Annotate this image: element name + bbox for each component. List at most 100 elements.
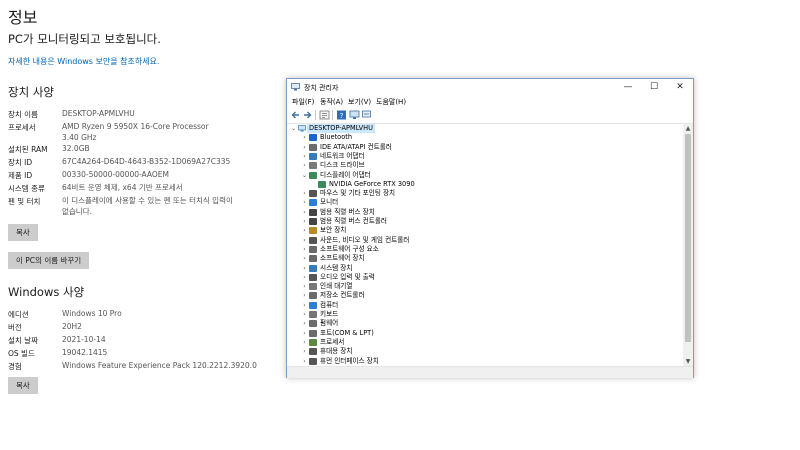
expand-chevron-icon[interactable]: › [301,301,308,310]
spec-value: 64비트 운영 체제, x64 기반 프로세서 [62,183,183,192]
collapse-chevron-icon[interactable]: ⌄ [290,124,297,133]
expand-chevron-icon[interactable]: › [301,133,308,142]
spec-value: AMD Ryzen 9 5950X 16-Core Processor [62,122,209,131]
expand-chevron-icon[interactable]: › [301,347,308,356]
expand-chevron-icon[interactable]: › [301,282,308,291]
minimize-button[interactable]: — [615,79,641,96]
scan-hardware-icon[interactable] [361,110,372,120]
keyboard-icon [309,311,317,318]
horizontal-scrollbar[interactable] [287,366,693,378]
expand-chevron-icon[interactable]: › [301,208,308,217]
monitor-icon [309,199,317,207]
back-icon[interactable] [290,110,301,120]
portable-device-icon [309,348,317,356]
expand-chevron-icon[interactable]: › [301,264,308,273]
expand-chevron-icon[interactable]: › [301,217,308,226]
forward-icon[interactable] [302,110,313,120]
scroll-up-arrow-icon[interactable]: ▲ [683,124,693,133]
maximize-button[interactable]: ☐ [641,79,667,96]
windows-security-link[interactable]: 자세한 내용은 Windows 보안을 참조하세요. [8,56,159,67]
expand-chevron-icon[interactable]: › [301,236,308,245]
spec-label: 프로세서 [8,123,36,132]
toolbar: ? [287,108,693,124]
menu-action[interactable]: 동작(A) [320,97,343,107]
tree-label: 디스플레이 어댑터 [320,170,371,179]
menu-view[interactable]: 보기(V) [348,97,371,107]
page-title: 정보 [8,8,38,27]
spec-label: 설치 날짜 [8,336,38,345]
device-manager-window: 장치 관리자 — ☐ ✕ 파일(F) 동작(A) 보기(V) 도움말(H) ? [286,78,694,378]
help-icon[interactable]: ? [336,110,347,120]
tree-label: 포트(COM & LPT) [320,328,374,337]
window-title: 장치 관리자 [304,84,339,92]
spec-value-group: AMD Ryzen 9 5950X 16-Core Processor 3.40… [62,122,237,143]
tree-label: Bluetooth [320,133,353,142]
expand-chevron-icon[interactable]: › [301,226,308,235]
expand-chevron-icon[interactable]: › [301,161,308,170]
spec-label: 장치 이름 [8,110,38,119]
properties-icon[interactable] [319,110,330,120]
hid-icon [309,357,317,365]
spec-label: OS 빌드 [8,349,35,358]
close-button[interactable]: ✕ [667,79,693,96]
computer-monitor-icon[interactable] [349,110,360,120]
bluetooth-icon [309,134,317,142]
expand-chevron-icon[interactable]: › [301,310,308,319]
copy-device-spec-button[interactable]: 복사 [8,224,38,241]
menu-bar: 파일(F) 동작(A) 보기(V) 도움말(H) [287,96,693,108]
device-spec-heading: 장치 사양 [8,85,54,99]
spec-value: 67C4A264-D64D-4643-B352-1D069A27C335 [62,157,231,166]
printer-icon [309,283,317,291]
menu-file[interactable]: 파일(F) [292,97,314,107]
spec-label: 제품 ID [8,171,33,180]
collapse-chevron-icon[interactable]: ⌄ [301,171,308,180]
display-adapter-icon [309,171,317,179]
spec-label: 버전 [8,323,22,332]
tree-label: 보안 장치 [320,226,347,235]
spec-value: 20H2 [62,322,82,331]
expand-chevron-icon[interactable]: › [301,198,308,207]
spec-label: 설치된 RAM [8,145,48,154]
rename-pc-button[interactable]: 이 PC의 이름 바꾸기 [8,252,90,269]
vertical-scrollbar[interactable]: ▲ ▼ [683,124,693,366]
ide-controller-icon [309,143,317,151]
expand-chevron-icon[interactable]: › [301,329,308,338]
port-icon [309,329,317,337]
tree-label: 모니터 [320,198,339,207]
tree-label: NVIDIA GeForce RTX 3090 [329,179,415,188]
disk-drive-icon [309,162,317,170]
title-bar[interactable]: 장치 관리자 — ☐ ✕ [287,79,693,96]
software-component-icon [309,245,317,253]
scroll-down-arrow-icon[interactable]: ▼ [683,357,693,366]
expand-chevron-icon[interactable]: › [301,152,308,161]
expand-chevron-icon[interactable]: › [301,143,308,152]
firmware-icon [309,320,317,328]
tree-label: DESKTOP-APMLVHU [307,124,375,133]
spec-value: 32.0GB [62,144,90,153]
expand-chevron-icon[interactable]: › [301,357,308,366]
expand-chevron-icon[interactable]: › [301,319,308,328]
system-device-icon [309,264,317,272]
spec-label: 장치 ID [8,158,33,167]
expand-chevron-icon[interactable]: › [301,291,308,300]
copy-windows-spec-button[interactable]: 복사 [8,377,38,394]
storage-controller-icon [309,292,317,300]
tree-label: 오디오 입력 및 출력 [320,272,375,281]
processor-icon [309,338,317,346]
expand-chevron-icon[interactable]: › [301,189,308,198]
expand-chevron-icon[interactable]: › [301,273,308,282]
tree-label: 마우스 및 기타 포인팅 장치 [320,189,396,198]
spec-label: 펜 및 터치 [8,197,41,206]
menu-help[interactable]: 도움말(H) [376,97,406,107]
expand-chevron-icon[interactable]: › [301,338,308,347]
spec-label: 시스템 종류 [8,184,45,193]
tree-label: 시스템 장치 [320,263,353,272]
computer-icon [298,125,306,132]
tree-label: 휴대용 장치 [320,347,353,356]
expand-chevron-icon[interactable]: › [301,254,308,263]
expand-chevron-icon[interactable]: › [301,245,308,254]
tree-label: 소프트웨어 구성 요소 [320,244,379,253]
scroll-thumb[interactable] [685,134,691,342]
tree-label: 사운드, 비디오 및 게임 컨트롤러 [320,235,410,244]
audio-icon [309,273,317,281]
